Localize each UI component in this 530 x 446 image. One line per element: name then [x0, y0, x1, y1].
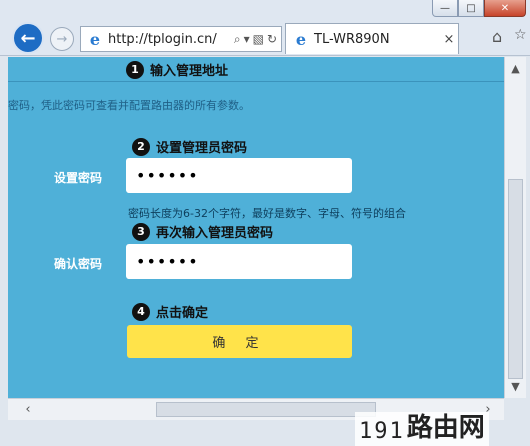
- address-bar[interactable]: e http://tplogin.cn/ ⌕ ▾ ▧ ↻: [80, 26, 282, 52]
- confirm-password-label: 确认密码: [54, 257, 103, 271]
- scroll-left-icon[interactable]: ‹: [18, 399, 38, 420]
- step-3-number: 3: [132, 222, 150, 241]
- vertical-scrollbar[interactable]: ▲ ▼: [504, 57, 526, 398]
- title-bar: — □ ✕: [0, 0, 530, 20]
- address-url[interactable]: http://tplogin.cn/: [108, 32, 234, 47]
- step-4-text: 点击确定: [156, 306, 209, 321]
- tab-tl-wr890n[interactable]: e TL-WR890N ×: [285, 23, 459, 54]
- back-arrow-icon: ←: [20, 27, 36, 49]
- search-icon[interactable]: ⌕: [234, 32, 241, 47]
- new-tab-button[interactable]: [460, 28, 484, 52]
- refresh-icon[interactable]: ↻: [267, 32, 277, 46]
- step-4: 4 点击确定: [132, 302, 208, 321]
- watermark-brand: 路由网: [406, 413, 485, 443]
- scroll-up-icon[interactable]: ▲: [505, 59, 526, 77]
- step-3-text: 再次输入管理员密码: [156, 226, 274, 241]
- step-2: 2 设置管理员密码: [132, 137, 247, 156]
- dropdown-icon[interactable]: ▾: [244, 32, 250, 46]
- step-2-number: 2: [132, 137, 150, 156]
- compatibility-icon[interactable]: ▧: [253, 32, 264, 46]
- address-tools: ⌕ ▾ ▧ ↻: [234, 32, 281, 47]
- minimize-button[interactable]: —: [432, 0, 458, 17]
- favorites-icon[interactable]: ☆: [514, 27, 530, 47]
- password-input[interactable]: [126, 158, 352, 193]
- step-1: 1 输入管理地址: [126, 60, 228, 79]
- window-controls: — □ ✕: [432, 0, 526, 17]
- close-icon: ✕: [500, 2, 510, 14]
- forward-button[interactable]: →: [50, 27, 74, 51]
- step-1-number: 1: [126, 60, 144, 79]
- confirm-password-input[interactable]: [126, 244, 352, 279]
- maximize-icon: □: [466, 2, 476, 14]
- nav-bar: ← → e http://tplogin.cn/ ⌕ ▾ ▧ ↻ e TL-WR…: [0, 20, 530, 56]
- step-3: 3 再次输入管理员密码: [132, 222, 273, 241]
- step-2-text: 设置管理员密码: [156, 141, 248, 156]
- step-1-text: 输入管理地址: [150, 64, 229, 79]
- password-hint-top: 密码，凭此密码可查看并配置路由器的所有参数。: [8, 99, 250, 112]
- minimize-icon: —: [440, 2, 450, 14]
- page-content: 1 输入管理地址 密码，凭此密码可查看并配置路由器的所有参数。 2 设置管理员密…: [8, 57, 504, 398]
- ie-icon: e: [89, 29, 101, 49]
- tab-title: TL-WR890N: [314, 31, 390, 47]
- password-length-hint: 密码长度为6-32个字符，最好是数字、字母、符号的组合: [128, 207, 406, 220]
- maximize-button[interactable]: □: [458, 0, 484, 17]
- watermark-digits: 191: [359, 419, 405, 444]
- forward-arrow-icon: →: [56, 31, 68, 47]
- scroll-down-icon[interactable]: ▼: [505, 377, 526, 395]
- confirm-button[interactable]: 确 定: [127, 325, 352, 358]
- tab-close-icon[interactable]: ×: [440, 32, 458, 47]
- vertical-scroll-thumb[interactable]: [508, 179, 523, 379]
- home-icon[interactable]: ⌂: [492, 27, 512, 47]
- back-button[interactable]: ←: [12, 22, 44, 54]
- step-4-number: 4: [132, 302, 150, 321]
- password-label: 设置密码: [54, 171, 103, 185]
- watermark: 191 路由网: [355, 412, 489, 446]
- close-window-button[interactable]: ✕: [484, 0, 526, 17]
- tab-ie-icon: e: [295, 29, 307, 49]
- divider: [8, 81, 504, 82]
- horizontal-scroll-thumb[interactable]: [156, 402, 376, 417]
